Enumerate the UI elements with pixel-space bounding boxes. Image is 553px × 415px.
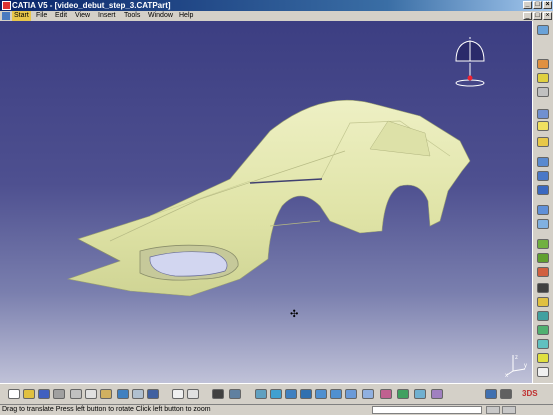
cut-icon[interactable]	[70, 389, 82, 399]
doc-restore-button[interactable]: □	[533, 12, 542, 20]
cancel-command-button[interactable]	[486, 406, 500, 414]
command-input[interactable]	[372, 406, 482, 414]
minimize-button[interactable]: _	[523, 1, 532, 9]
point-icon[interactable]	[537, 59, 549, 69]
cylinder-icon[interactable]	[537, 171, 549, 181]
document-icon[interactable]	[2, 12, 10, 20]
menu-bar: Start File Edit View Insert Tools Window…	[0, 11, 553, 21]
status-message: Drag to translate Press left button to r…	[2, 406, 211, 413]
fit-all-icon[interactable]	[270, 389, 282, 399]
3d-viewport[interactable]: ✣ z y x	[0, 21, 532, 383]
redo-icon[interactable]	[132, 389, 144, 399]
status-bar: Drag to translate Press left button to r…	[0, 404, 553, 415]
plane-icon[interactable]	[537, 87, 549, 97]
loft-icon[interactable]	[537, 219, 549, 229]
apply-material-icon[interactable]	[431, 389, 443, 399]
menu-file[interactable]: File	[36, 11, 47, 21]
formula-icon[interactable]	[172, 389, 184, 399]
menu-help[interactable]: Help	[179, 11, 193, 21]
paste-icon[interactable]	[100, 389, 112, 399]
axis-z-label: z	[515, 355, 518, 361]
compass-icon[interactable]	[452, 37, 492, 89]
blend-icon[interactable]	[537, 239, 549, 249]
menu-edit[interactable]: Edit	[55, 11, 67, 21]
translate-icon[interactable]	[537, 353, 549, 363]
window-title: CATIA V5 - [video_debut_step_3.CATPart]	[12, 1, 171, 10]
print-icon[interactable]	[53, 389, 65, 399]
whats-this-icon[interactable]	[147, 389, 159, 399]
menu-start[interactable]: Start	[12, 11, 31, 21]
iso-view-icon[interactable]	[362, 389, 374, 399]
right-toolbar	[532, 21, 553, 383]
doc-minimize-button[interactable]: _	[523, 12, 532, 20]
menu-tools[interactable]: Tools	[124, 11, 140, 21]
sphere-icon[interactable]	[537, 157, 549, 167]
table-icon[interactable]	[212, 389, 224, 399]
fly-mode-icon[interactable]	[255, 389, 267, 399]
fillet-icon[interactable]	[537, 339, 549, 349]
healing-icon[interactable]	[537, 267, 549, 277]
pan-icon[interactable]	[285, 389, 297, 399]
fill-icon[interactable]	[537, 205, 549, 215]
catia-logo-icon: 3DS	[522, 389, 538, 398]
rotate-icon[interactable]	[537, 367, 549, 377]
zoom-out-icon[interactable]	[330, 389, 342, 399]
mouse-cursor-icon: ✣	[290, 309, 299, 320]
render-style-icon[interactable]	[380, 389, 392, 399]
rotate-view-icon[interactable]	[300, 389, 312, 399]
join-icon[interactable]	[537, 253, 549, 263]
knowledge-icon[interactable]	[229, 389, 241, 399]
line-icon[interactable]	[537, 73, 549, 83]
maximize-button[interactable]: □	[533, 1, 542, 9]
open-icon[interactable]	[23, 389, 35, 399]
axis-triad-icon: z y x	[505, 355, 527, 377]
bottom-toolbar: 3DS	[0, 383, 553, 404]
comment-icon[interactable]	[187, 389, 199, 399]
new-icon[interactable]	[8, 389, 20, 399]
zoom-in-icon[interactable]	[315, 389, 327, 399]
catalog-icon[interactable]	[485, 389, 497, 399]
doc-close-button[interactable]: ×	[543, 12, 552, 20]
revolve-icon[interactable]	[537, 137, 549, 147]
repeat-command-button[interactable]	[502, 406, 516, 414]
normal-view-icon[interactable]	[345, 389, 357, 399]
title-bar: CATIA V5 - [video_debut_step_3.CATPart] …	[0, 0, 553, 11]
undo-icon[interactable]	[117, 389, 129, 399]
axis-y-label: y	[524, 363, 527, 369]
catia-app-icon[interactable]	[2, 1, 11, 10]
save-icon[interactable]	[38, 389, 50, 399]
menu-view[interactable]: View	[75, 11, 90, 21]
axis-x-label: x	[505, 373, 508, 377]
sweep-icon[interactable]	[537, 185, 549, 195]
split-icon[interactable]	[537, 283, 549, 293]
hide-show-icon[interactable]	[397, 389, 409, 399]
copy-icon[interactable]	[85, 389, 97, 399]
sketcher-icon[interactable]	[537, 25, 549, 35]
menu-insert[interactable]: Insert	[98, 11, 116, 21]
offset-icon[interactable]	[537, 121, 549, 131]
boundary-icon[interactable]	[537, 311, 549, 321]
extrude-icon[interactable]	[537, 109, 549, 119]
close-button[interactable]: ×	[543, 1, 552, 9]
trim-icon[interactable]	[537, 297, 549, 307]
menu-window[interactable]: Window	[148, 11, 173, 21]
measure-icon[interactable]	[500, 389, 512, 399]
extract-icon[interactable]	[537, 325, 549, 335]
swap-space-icon[interactable]	[414, 389, 426, 399]
